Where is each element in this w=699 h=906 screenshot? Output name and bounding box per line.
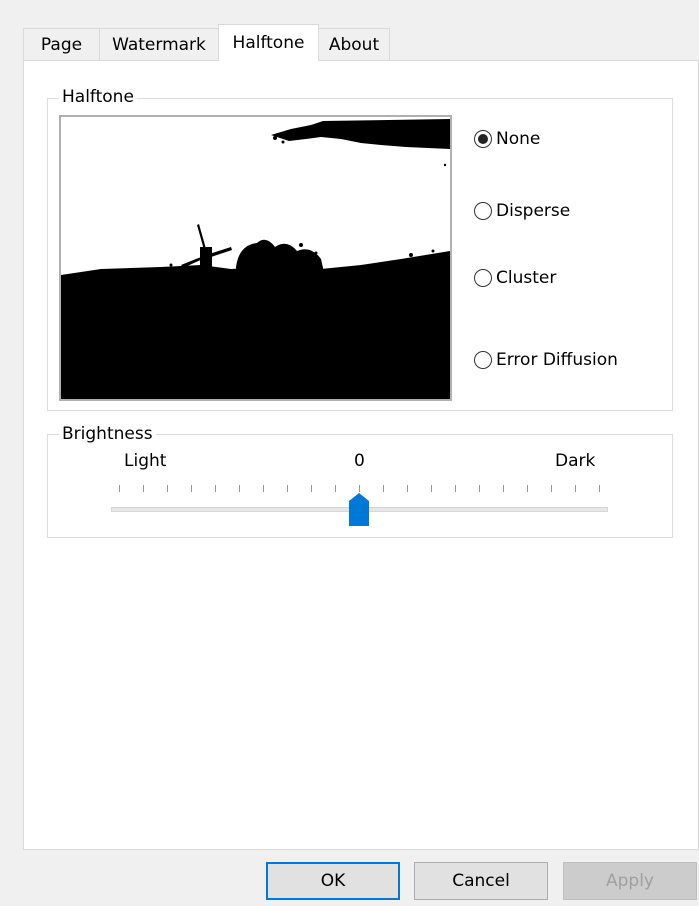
tab-halftone[interactable]: Halftone: [218, 24, 319, 61]
radio-label: None: [496, 129, 541, 149]
radio-error-diffusion[interactable]: Error Diffusion: [474, 350, 618, 370]
brightness-group-title: Brightness: [59, 424, 156, 444]
apply-button[interactable]: Apply: [563, 862, 697, 900]
tab-label: Watermark: [112, 34, 206, 55]
slider-tick: [575, 485, 576, 492]
tab-label: Halftone: [232, 33, 305, 53]
slider-tick: [215, 485, 216, 492]
slider-tick: [311, 485, 312, 492]
radio-indicator: [474, 269, 492, 287]
cancel-button-label: Cancel: [452, 871, 510, 891]
halftone-preview-graphic: [61, 119, 450, 399]
ok-button-label: OK: [320, 871, 346, 891]
slider-tick: [335, 485, 336, 492]
tab-label: Page: [40, 34, 83, 55]
brightness-label-light: Light: [124, 451, 167, 471]
ok-button[interactable]: OK: [266, 862, 400, 900]
halftone-preview-image: [59, 115, 452, 401]
radio-indicator: [474, 351, 492, 369]
radio-cluster[interactable]: Cluster: [474, 268, 556, 288]
brightness-slider-thumb[interactable]: [348, 492, 370, 527]
radio-indicator: [474, 130, 492, 148]
cancel-button[interactable]: Cancel: [414, 862, 548, 900]
slider-tick: [599, 485, 600, 492]
slider-tick: [143, 485, 144, 492]
slider-tick: [239, 485, 240, 492]
radio-label: Disperse: [496, 201, 571, 221]
brightness-label-dark: Dark: [555, 451, 596, 471]
radio-none[interactable]: None: [474, 129, 540, 149]
radio-disperse[interactable]: Disperse: [474, 201, 570, 221]
tab-about[interactable]: About: [318, 28, 390, 60]
radio-indicator: [474, 202, 492, 220]
slider-tick: [407, 485, 408, 492]
slider-tick: [119, 485, 120, 492]
tab-watermark[interactable]: Watermark: [99, 28, 219, 60]
brightness-label-zero: 0: [354, 451, 365, 471]
slider-tick: [479, 485, 480, 492]
radio-checked-dot: [478, 134, 488, 144]
tab-page[interactable]: Page: [23, 28, 100, 60]
slider-tick: [359, 485, 360, 492]
apply-button-label: Apply: [606, 871, 654, 891]
slider-tick: [527, 485, 528, 492]
slider-tick: [431, 485, 432, 492]
slider-tick: [167, 485, 168, 492]
slider-tick: [191, 485, 192, 492]
slider-tick: [503, 485, 504, 492]
slider-tick: [455, 485, 456, 492]
halftone-group-title: Halftone: [59, 87, 137, 107]
tab-label: About: [328, 34, 380, 55]
slider-tick: [551, 485, 552, 492]
slider-thumb-icon: [349, 493, 369, 526]
radio-label: Cluster: [496, 268, 557, 288]
slider-tick: [263, 485, 264, 492]
radio-label: Error Diffusion: [496, 350, 618, 370]
slider-tick: [383, 485, 384, 492]
slider-tick: [287, 485, 288, 492]
